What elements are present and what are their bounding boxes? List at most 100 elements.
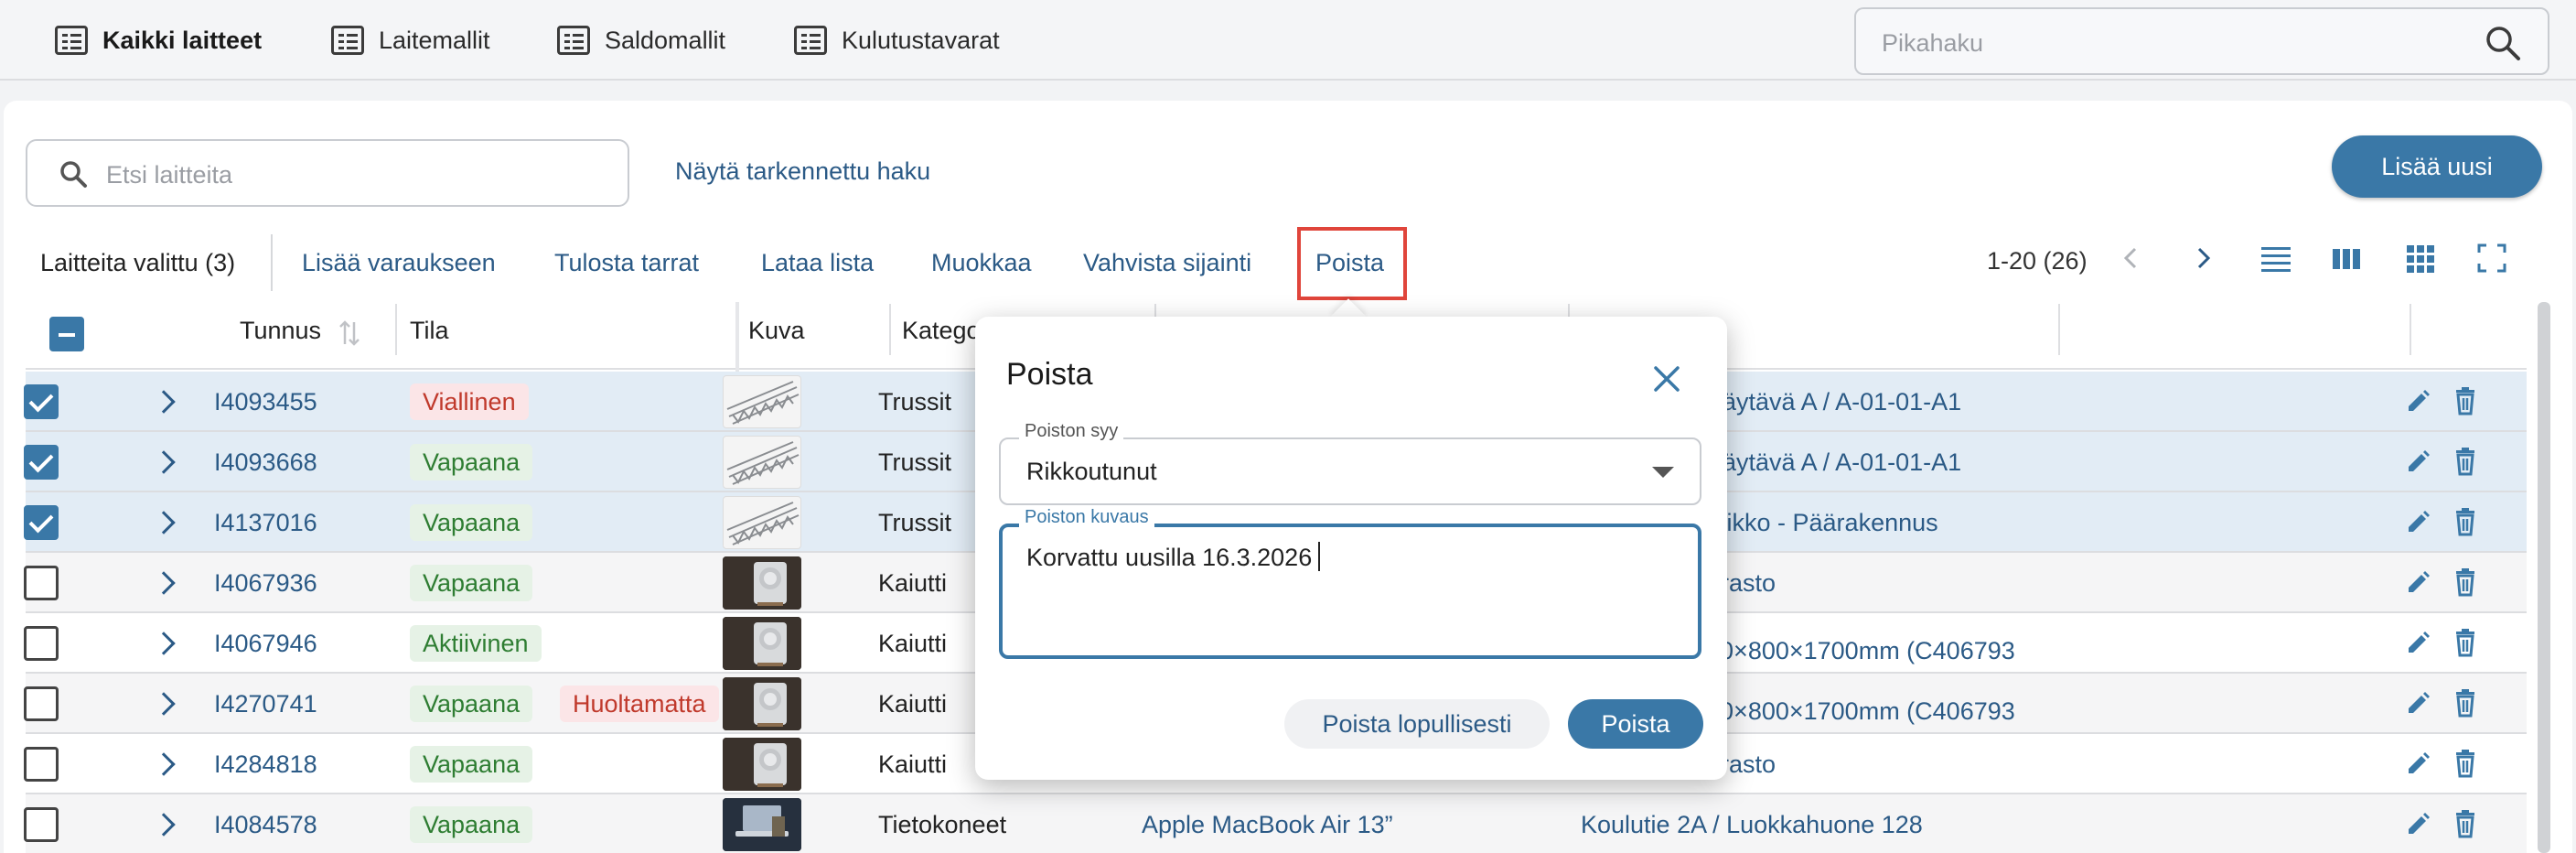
row-checkbox[interactable] (24, 445, 59, 480)
edit-icon[interactable] (2404, 569, 2431, 601)
header-category[interactable]: Katego (902, 317, 981, 345)
chevron-right-icon[interactable] (2192, 240, 2214, 281)
device-location[interactable]: kerikko - Päärakennus (1692, 509, 1938, 537)
row-checkbox[interactable] (24, 626, 59, 661)
trash-icon[interactable] (2452, 507, 2479, 541)
status-badge: Aktiivinen (410, 625, 542, 662)
selected-count: Laitteita valittu (3) (40, 249, 236, 276)
advanced-search-link[interactable]: Näytä tarkennettu haku (675, 157, 930, 186)
text-cursor (1318, 542, 1320, 571)
device-id[interactable]: I4270741 (214, 690, 317, 718)
trash-icon[interactable] (2452, 749, 2479, 783)
trash-icon[interactable] (2452, 688, 2479, 722)
status-badge: Vapaana (410, 806, 533, 843)
print-labels-button[interactable]: Tulosta tarrat (554, 249, 699, 277)
pagination-range: 1-20 (26) (1987, 247, 2088, 275)
description-label: Poiston kuvaus (1019, 507, 1154, 528)
device-id[interactable]: I4084578 (214, 811, 317, 839)
row-checkbox[interactable] (24, 686, 59, 721)
edit-button[interactable]: Muokkaa (931, 249, 1032, 277)
sort-icon[interactable] (337, 319, 362, 352)
device-id[interactable]: I4067946 (214, 630, 317, 658)
tab-consumables[interactable]: Kulutustavarat (794, 20, 1000, 60)
quick-search-input[interactable]: Pikahaku (1854, 7, 2549, 75)
row-checkbox[interactable] (24, 807, 59, 842)
device-category: Trussit (878, 388, 951, 416)
status-badge: Vapaana (410, 746, 533, 783)
status-badge: Vapaana (410, 444, 533, 480)
device-location[interactable]: / Käytävä A / A-01-01-A1 (1692, 448, 1961, 477)
edit-icon[interactable] (2404, 811, 2431, 843)
delete-button[interactable]: Poista (1568, 699, 1703, 749)
device-location[interactable]: Koulutie 2A / Luokkahuone 128 (1581, 811, 1923, 839)
trash-icon[interactable] (2452, 567, 2479, 601)
header-image: Kuva (748, 317, 805, 344)
trash-icon[interactable] (2452, 447, 2479, 480)
chevron-down-icon[interactable] (1652, 467, 1674, 478)
header-status[interactable]: Tila (410, 317, 449, 345)
list-icon (557, 26, 590, 55)
device-thumbnail (723, 738, 801, 791)
trash-icon[interactable] (2452, 628, 2479, 662)
device-category: Kaiutti (878, 750, 948, 778)
row-checkbox[interactable] (24, 566, 59, 600)
device-id[interactable]: I4137016 (214, 509, 317, 537)
column-divider (2410, 304, 2411, 355)
add-new-button[interactable]: Lisää uusi (2332, 135, 2542, 198)
search-icon[interactable] (2484, 24, 2522, 67)
device-location[interactable]: / Käytävä A / A-01-01-A1 (1692, 388, 1961, 416)
edit-icon[interactable] (2404, 509, 2431, 541)
tab-stock-models[interactable]: Saldomallit (557, 20, 725, 60)
status-badge: Vapaana (410, 565, 533, 601)
row-checkbox[interactable] (24, 747, 59, 782)
top-navigation: Kaikki laitteet Laitemallit Saldomallit … (0, 0, 2576, 81)
reason-label: Poiston syy (1019, 421, 1124, 442)
trash-icon[interactable] (2452, 386, 2479, 420)
tab-label: Kulutustavarat (842, 26, 1000, 54)
edit-icon[interactable] (2404, 690, 2431, 722)
chevron-left-icon[interactable] (2120, 240, 2142, 281)
list-icon (55, 26, 88, 55)
row-checkbox[interactable] (24, 505, 59, 540)
edit-icon[interactable] (2404, 448, 2431, 480)
fullscreen-icon[interactable] (2474, 240, 2510, 281)
column-view-icon[interactable] (2329, 240, 2366, 281)
row-checkbox[interactable] (24, 384, 59, 419)
device-id[interactable]: I4093455 (214, 388, 317, 416)
tab-label: Laitemallit (379, 26, 490, 54)
tab-device-models[interactable]: Laitemallit (331, 20, 490, 60)
edit-icon[interactable] (2404, 750, 2431, 783)
search-placeholder: Etsi laitteita (106, 161, 233, 189)
device-thumbnail (723, 798, 801, 851)
device-thumbnail (723, 496, 801, 549)
device-location[interactable]: 700×800×1700mm (C406793 (1692, 637, 2015, 665)
header-id[interactable]: Tunnus (240, 317, 321, 345)
scrollbar[interactable] (2538, 302, 2550, 853)
reason-value: Rikkoutunut (1026, 458, 1157, 485)
close-icon[interactable] (1650, 362, 1683, 400)
select-all-checkbox[interactable] (49, 317, 84, 351)
trash-icon[interactable] (2452, 809, 2479, 843)
column-divider (2058, 304, 2060, 355)
status-badge: Viallinen (410, 383, 529, 420)
device-id[interactable]: I4067936 (214, 569, 317, 598)
tab-label: Saldomallit (605, 26, 726, 54)
edit-icon[interactable] (2404, 630, 2431, 662)
device-search-input[interactable]: Etsi laitteita (26, 139, 629, 207)
device-model[interactable]: Apple MacBook Air 13” (1142, 811, 1393, 839)
download-list-button[interactable]: Lataa lista (761, 249, 874, 277)
device-category: Trussit (878, 509, 951, 536)
device-id[interactable]: I4093668 (214, 448, 317, 477)
device-category: Trussit (878, 448, 951, 476)
confirm-location-button[interactable]: Vahvista sijainti (1083, 249, 1251, 277)
tab-all-devices[interactable]: Kaikki laitteet (55, 20, 262, 60)
list-icon (331, 26, 364, 55)
grid-view-icon[interactable] (2402, 240, 2439, 281)
device-location[interactable]: 700×800×1700mm (C406793 (1692, 697, 2015, 726)
edit-icon[interactable] (2404, 388, 2431, 420)
list-view-icon[interactable] (2258, 240, 2294, 281)
status-badge: Vapaana (410, 504, 533, 541)
add-to-reservation-button[interactable]: Lisää varaukseen (302, 249, 496, 277)
device-id[interactable]: I4284818 (214, 750, 317, 779)
delete-permanently-button[interactable]: Poista lopullisesti (1284, 699, 1550, 749)
